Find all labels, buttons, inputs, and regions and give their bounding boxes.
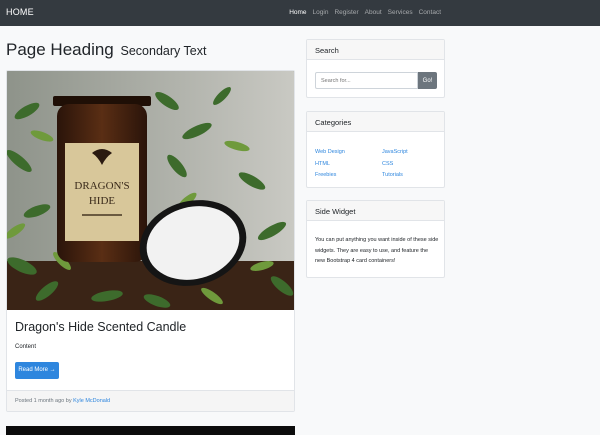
search-input[interactable] xyxy=(315,72,418,89)
category-link[interactable]: CSS xyxy=(382,159,408,171)
category-link[interactable]: JavaScript xyxy=(382,147,408,159)
search-widget: Search Go! xyxy=(306,39,445,98)
svg-text:HIDE: HIDE xyxy=(89,195,116,207)
nav-link-services[interactable]: Services xyxy=(388,9,413,16)
category-link[interactable]: Web Design xyxy=(315,147,345,159)
blog-post-card: DRAGON'S HIDE Dragon's Hide Scented Cand… xyxy=(6,70,295,412)
post-title: Dragon's Hide Scented Candle xyxy=(15,320,187,334)
next-post-image xyxy=(6,426,295,435)
nav-link-login[interactable]: Login xyxy=(313,9,329,16)
page-title: Page Heading xyxy=(6,40,114,59)
category-link[interactable]: Freebies xyxy=(315,170,345,182)
category-list-right: JavaScript CSS Tutorials xyxy=(382,147,408,182)
post-image: DRAGON'S HIDE xyxy=(7,71,294,310)
navbar: HOME Home Login Register About Services … xyxy=(0,0,600,26)
post-footer: Posted 1 month ago by Kyle McDonald xyxy=(7,390,294,411)
search-go-button[interactable]: Go! xyxy=(418,72,437,89)
categories-widget: Categories Web Design HTML Freebies Java… xyxy=(306,111,445,188)
navbar-brand[interactable]: HOME xyxy=(6,7,34,17)
categories-widget-title: Categories xyxy=(307,112,444,132)
posted-text: Posted 1 month ago by xyxy=(15,398,72,404)
post-content: Content xyxy=(15,344,37,350)
nav-link-contact[interactable]: Contact xyxy=(419,9,441,16)
search-widget-title: Search xyxy=(307,40,444,60)
side-widget-title: Side Widget xyxy=(307,201,444,221)
side-widget: Side Widget You can put anything you wan… xyxy=(306,200,445,278)
nav-links: Home Login Register About Services Conta… xyxy=(289,9,441,16)
svg-text:DRAGON'S: DRAGON'S xyxy=(74,180,129,192)
candle-photo: DRAGON'S HIDE xyxy=(7,71,294,310)
nav-link-home[interactable]: Home xyxy=(289,9,306,16)
nav-link-about[interactable]: About xyxy=(365,9,382,16)
nav-link-register[interactable]: Register xyxy=(334,9,358,16)
read-more-button[interactable]: Read More → xyxy=(15,362,59,379)
category-link[interactable]: Tutorials xyxy=(382,170,408,182)
page-heading: Page Heading Secondary Text xyxy=(6,40,206,60)
post-body: Dragon's Hide Scented Candle Content Rea… xyxy=(7,310,294,390)
author-link[interactable]: Kyle McDonald xyxy=(73,398,110,404)
category-list-left: Web Design HTML Freebies xyxy=(315,147,345,182)
side-widget-text: You can put anything you want inside of … xyxy=(315,237,439,264)
category-link[interactable]: HTML xyxy=(315,159,345,171)
page-subheading: Secondary Text xyxy=(120,44,207,58)
